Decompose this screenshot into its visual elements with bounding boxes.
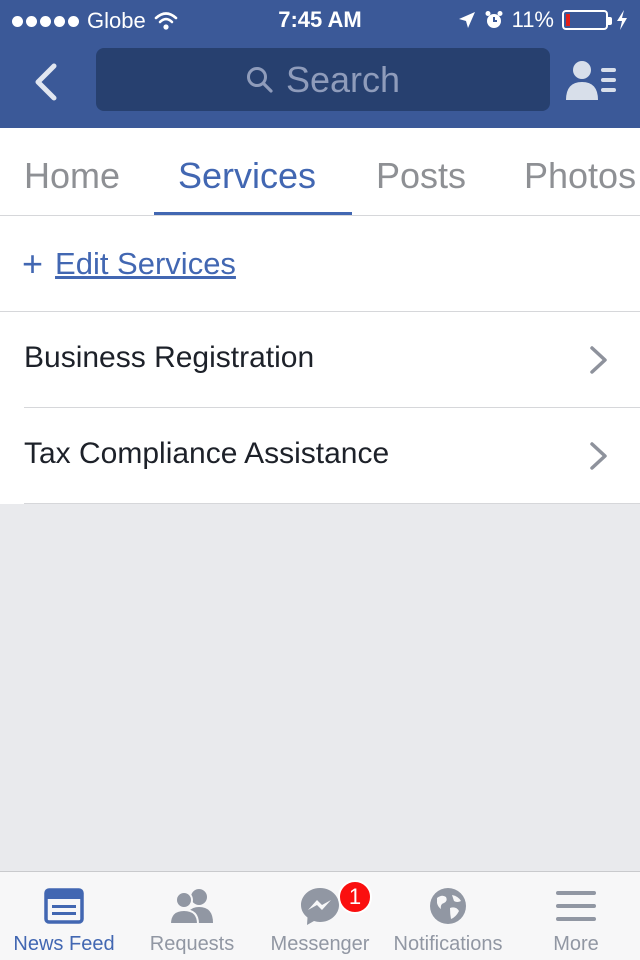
bottom-tab-bar: News Feed Requests Messenger Notificatio… bbox=[0, 871, 640, 960]
service-label: Business Registration bbox=[24, 341, 315, 374]
tab-photos[interactable]: Photos bbox=[524, 128, 636, 215]
list-item[interactable]: Business Registration bbox=[0, 312, 640, 408]
page-tabs: Home Services Posts Photos bbox=[0, 128, 640, 216]
globe-icon bbox=[430, 888, 466, 924]
search-input[interactable]: Search bbox=[96, 48, 550, 111]
search-placeholder: Search bbox=[285, 58, 401, 100]
service-label: Tax Compliance Assistance bbox=[24, 437, 390, 470]
chevron-left-icon bbox=[35, 63, 57, 101]
tabbar-label: More bbox=[553, 933, 599, 955]
battery-percent: 11% bbox=[511, 7, 554, 32]
charging-bolt-icon bbox=[617, 10, 627, 30]
tab-posts[interactable]: Posts bbox=[376, 128, 466, 215]
menu-icon bbox=[556, 891, 596, 921]
edit-services-link[interactable]: + Edit Services bbox=[22, 246, 236, 282]
requests-icon bbox=[169, 889, 213, 925]
chevron-right-icon bbox=[590, 442, 607, 470]
status-bar: Globe 7:45 AM 11% bbox=[0, 0, 640, 40]
list-item[interactable]: Tax Compliance Assistance bbox=[0, 408, 640, 504]
news-feed-icon bbox=[44, 888, 84, 924]
battery-icon bbox=[562, 10, 612, 30]
edit-services-row: + Edit Services bbox=[0, 216, 640, 312]
tabbar-more[interactable]: More bbox=[512, 872, 640, 960]
friends-list-button[interactable] bbox=[566, 58, 618, 106]
location-arrow-icon bbox=[458, 12, 475, 28]
tab-services[interactable]: Services bbox=[178, 128, 316, 215]
tabbar-requests[interactable]: Requests bbox=[128, 872, 256, 960]
tab-home[interactable]: Home bbox=[24, 128, 120, 215]
battery-level bbox=[566, 14, 570, 26]
divider bbox=[24, 503, 640, 504]
tabbar-label: Notifications bbox=[393, 933, 503, 955]
plus-icon: + bbox=[22, 243, 44, 284]
person-list-icon bbox=[566, 61, 616, 100]
chevron-right-icon bbox=[590, 346, 607, 374]
search-icon bbox=[246, 66, 273, 93]
tabbar-label: Requests bbox=[149, 933, 235, 955]
status-right: 11% bbox=[458, 7, 628, 33]
services-list: + Edit Services Business Registration Ta… bbox=[0, 216, 640, 504]
alarm-icon bbox=[485, 11, 503, 28]
back-button[interactable] bbox=[22, 58, 70, 106]
edit-services-label: Edit Services bbox=[55, 246, 236, 281]
messenger-badge: 1 bbox=[338, 880, 372, 914]
navbar: Search bbox=[0, 40, 640, 128]
tabbar-label: Messenger bbox=[270, 933, 370, 955]
tabbar-notifications[interactable]: Notifications bbox=[384, 872, 512, 960]
messenger-icon bbox=[301, 888, 339, 925]
header: Globe 7:45 AM 11% Search bbox=[0, 0, 640, 128]
tabbar-news-feed[interactable]: News Feed bbox=[0, 872, 128, 960]
